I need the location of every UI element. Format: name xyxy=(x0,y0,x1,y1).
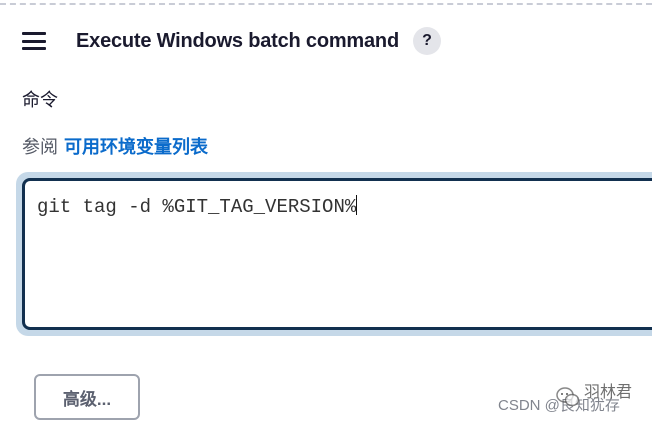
build-step-header: Execute Windows batch command ? xyxy=(22,26,441,56)
build-step-title: Execute Windows batch command xyxy=(76,29,399,52)
hamburger-drag-icon[interactable] xyxy=(22,32,46,50)
command-label: 命令 xyxy=(22,90,58,110)
watermark: CSDN @良知犹存 羽林君 xyxy=(498,384,632,415)
command-text: git tag -d %GIT_TAG_VERSION% xyxy=(37,196,357,218)
section-divider xyxy=(0,3,652,5)
build-step-panel: Execute Windows batch command ? 命令 参阅 可用环… xyxy=(0,0,652,434)
command-textarea[interactable]: git tag -d %GIT_TAG_VERSION% xyxy=(22,178,652,330)
see-also-prefix: 参阅 xyxy=(22,137,58,157)
text-caret xyxy=(356,195,358,215)
help-icon[interactable]: ? xyxy=(412,27,441,55)
watermark-name: 羽林君 xyxy=(584,384,633,401)
watermark-csdn-text: CSDN @良知犹存 xyxy=(498,397,620,414)
advanced-button[interactable]: 高级... xyxy=(34,374,140,420)
env-vars-link[interactable]: 可用环境变量列表 xyxy=(64,137,208,157)
wechat-icon xyxy=(556,387,580,407)
see-also-text: 参阅 可用环境变量列表 xyxy=(22,133,208,159)
